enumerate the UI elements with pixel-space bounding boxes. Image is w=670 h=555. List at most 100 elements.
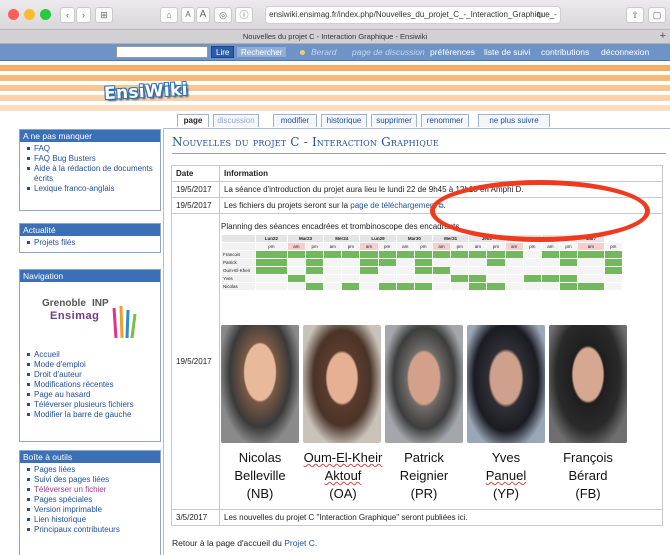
contributions-link[interactable]: contributions: [541, 47, 589, 57]
sidebar-box-ne-pas-manquer: A ne pas manquer FAQ FAQ Bug Busters Aid…: [19, 129, 161, 211]
ensimag-stripes-icon: [112, 305, 137, 339]
schedule-half-day: am: [468, 242, 488, 251]
telechargement-link[interactable]: page de téléchargement: [350, 201, 436, 210]
schedule-cell: [468, 250, 488, 259]
schedule-cell: [540, 266, 560, 275]
sidebar-item-accueil[interactable]: Accueil: [26, 350, 156, 360]
sidebar-item-televerser-fichier[interactable]: Téléverser un fichier: [26, 485, 156, 495]
sidebar-item-modifications[interactable]: Modifications récentes: [26, 380, 156, 390]
home-icon[interactable]: ⌂: [160, 7, 178, 23]
schedule-day: Mer31: [431, 234, 470, 243]
close-window-button[interactable]: [8, 9, 19, 20]
sidebar-item-label[interactable]: Téléverser un fichier: [34, 485, 106, 494]
text-larger-button[interactable]: A: [196, 7, 210, 23]
grenoble-inp-logo[interactable]: Grenoble INP Ensimag: [20, 282, 160, 350]
schedule-half-day: am: [577, 242, 605, 251]
sidebar-item-projets-files[interactable]: Projets filés: [26, 238, 156, 248]
schedule-cell: [486, 258, 506, 267]
sidebar-item-lexique[interactable]: Lexique franco-anglais: [26, 184, 156, 194]
schedule-cell: [504, 258, 524, 267]
sidebar-item-pages-speciales[interactable]: Pages spéciales: [26, 495, 156, 505]
person-initials: (PR): [410, 486, 438, 501]
schedule-cell: [431, 250, 452, 259]
info-icon[interactable]: ⓘ: [235, 7, 253, 23]
schedule-cell: [468, 266, 488, 275]
tab-ne-plus-suivre[interactable]: ne plus suivre: [478, 114, 550, 127]
sidebar-box-actualite: Actualité Projets filés: [19, 223, 161, 253]
schedule-cell: [504, 282, 524, 291]
lire-button[interactable]: Lire: [211, 46, 235, 58]
sidebar-item-suivi-pages-liees[interactable]: Suivi des pages liées: [26, 475, 156, 485]
rechercher-button[interactable]: Rechercher: [236, 46, 288, 58]
sidebar-item-droit-auteur[interactable]: Droit d'auteur: [26, 370, 156, 380]
person-initials: (NB): [246, 486, 274, 501]
tab-title[interactable]: Nouvelles du projet C - Interaction Grap…: [243, 32, 427, 41]
sidebar-item-pages-liees[interactable]: Pages liées: [26, 465, 156, 475]
sidebar-item-version-imprimable[interactable]: Version imprimable: [26, 505, 156, 515]
sidebar-item-page-hasard[interactable]: Page au hasard: [26, 390, 156, 400]
photo-francois: [549, 325, 627, 443]
tab-page[interactable]: page: [177, 114, 209, 127]
text-smaller-button[interactable]: A: [181, 7, 195, 23]
tab-renommer[interactable]: renommer: [421, 114, 469, 127]
schedule-cell: [577, 274, 605, 283]
wiki-top-bar: Lire Rechercher ☻ Berard page de discuss…: [0, 44, 670, 61]
schedule-cell: [522, 250, 542, 259]
sidebar-item-mode-emploi[interactable]: Mode d'emploi: [26, 360, 156, 370]
sidebar-item-principaux-contributeurs[interactable]: Principaux contributeurs: [26, 525, 156, 535]
projet-c-link[interactable]: Projet C: [284, 538, 315, 548]
reload-icon[interactable]: ↻: [533, 8, 547, 24]
sidebar-item-lien-historique[interactable]: Lien historique: [26, 515, 156, 525]
address-bar[interactable]: ensiwiki.ensimag.fr/index.php/Nouvelles_…: [265, 6, 561, 24]
schedule-cell: [450, 274, 470, 283]
discussion-link[interactable]: page de discussion: [352, 47, 425, 57]
minimize-window-button[interactable]: [24, 9, 35, 20]
page-title: Nouvelles du projet C - Interaction Grap…: [172, 135, 439, 149]
watchlist-link[interactable]: liste de suivi: [484, 47, 530, 57]
schedule-cell: [504, 250, 524, 259]
back-button[interactable]: ‹: [60, 7, 75, 23]
person-first-name: Oum-El-Kheir: [303, 450, 383, 465]
tabs-overview-icon[interactable]: ▢: [648, 7, 666, 23]
user-icon: ☻: [298, 47, 307, 57]
schedule-row: Nicolas: [221, 282, 624, 291]
sidebar-item-faq[interactable]: FAQ: [26, 144, 156, 154]
row-date: 3/5/2017: [171, 509, 220, 526]
user-link[interactable]: Berard: [311, 47, 337, 57]
page-tabs: page discussion modifier historique supp…: [0, 114, 670, 128]
forward-button[interactable]: ›: [76, 7, 91, 23]
schedule-cell: [323, 274, 343, 283]
schedule-cell: [341, 250, 361, 259]
zoom-window-button[interactable]: [40, 9, 51, 20]
preferences-link[interactable]: préférences: [430, 47, 475, 57]
schedule-cell: [577, 258, 605, 267]
sidebar-toggle-icon[interactable]: ⊞: [95, 7, 113, 23]
sidebar-item-televerser-plusieurs[interactable]: Téléverser plusieurs fichiers: [26, 400, 156, 410]
schedule-cell: [431, 258, 452, 267]
circle-icon[interactable]: ◎: [214, 7, 232, 23]
schedule-cell: [377, 250, 397, 259]
schedule-cell: [359, 266, 379, 275]
search-input[interactable]: [116, 46, 208, 58]
schedule-person: Yves: [221, 274, 256, 283]
schedule-cell: [413, 282, 433, 291]
schedule-cell: [603, 250, 624, 259]
schedule-cell: [395, 282, 415, 291]
sidebar-item-faq-bug-busters[interactable]: FAQ Bug Busters: [26, 154, 156, 164]
tab-supprimer[interactable]: supprimer: [371, 114, 417, 127]
schedule-cell: [577, 266, 605, 275]
col-info-header: Information: [219, 165, 663, 182]
row-info-text: Les fichiers du projets seront sur la: [224, 200, 351, 210]
tab-modifier[interactable]: modifier: [273, 114, 317, 127]
share-icon[interactable]: ⇧: [626, 7, 644, 23]
tab-historique[interactable]: historique: [321, 114, 367, 127]
sidebar-item-modifier-barre[interactable]: Modifier la barre de gauche: [26, 410, 156, 420]
schedule-half-day: pm: [413, 242, 433, 251]
logout-link[interactable]: déconnexion: [601, 47, 649, 57]
tab-discussion[interactable]: discussion: [213, 114, 259, 127]
banner-stripe: [0, 65, 670, 71]
sidebar-item-aide-redaction[interactable]: Aide à la rédaction de documents écrits: [26, 164, 156, 184]
schedule-cell: [540, 282, 560, 291]
new-tab-button[interactable]: +: [660, 30, 666, 43]
schedule-cell: [255, 282, 288, 291]
